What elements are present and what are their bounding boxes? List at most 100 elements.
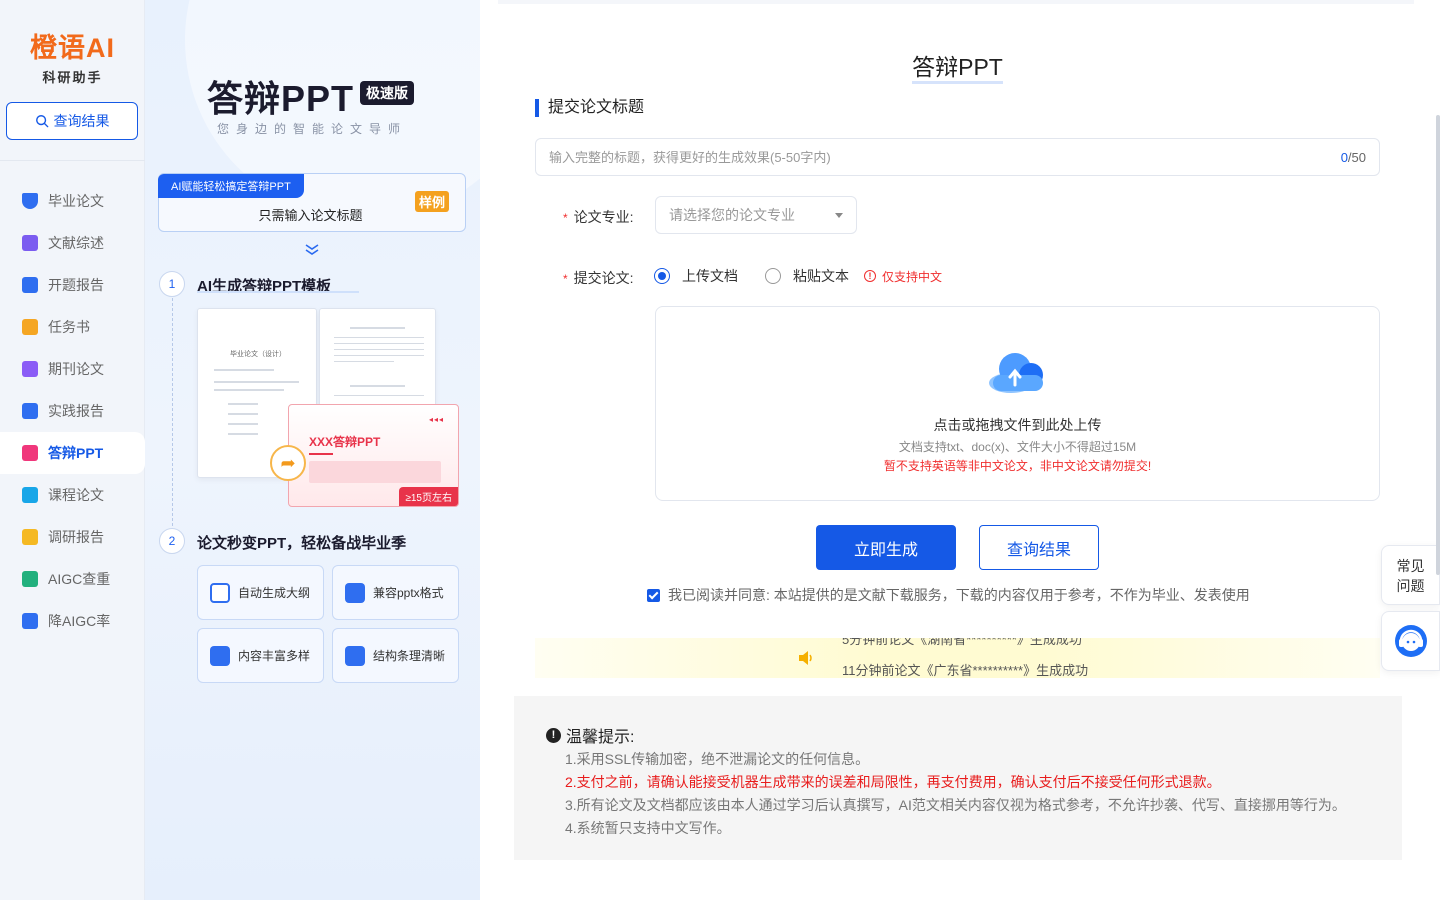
sidebar-query-button[interactable]: 查询结果 [6, 102, 138, 140]
ppt-title-underline [309, 453, 333, 455]
main-panel: 答辩PPT 提交论文标题 0/50 * 论文专业: 请选择您的论文专业 * 提交论文… [480, 0, 1440, 900]
upload-main-text: 点击或拖拽文件到此处上传 [933, 417, 1102, 433]
course-icon [22, 487, 38, 503]
feature-label: 兼容pptx格式 [373, 586, 444, 600]
radio-paste-label[interactable]: 粘贴文本 [793, 266, 849, 286]
sidebar-item-journal-paper[interactable]: 期刊论文 [0, 348, 145, 390]
aigc-check-icon [22, 571, 38, 587]
title-input-container: 0/50 [535, 138, 1380, 176]
practice-icon [22, 403, 38, 419]
sidebar-item-label: 调研报告 [48, 529, 104, 545]
sidebar-item-label: 毕业论文 [48, 193, 104, 209]
sidebar-item-label: 课程论文 [48, 487, 104, 503]
submit-label-text: 提交论文: [573, 270, 634, 286]
step-2-badge: 2 [159, 528, 185, 554]
title-input[interactable] [549, 149, 1341, 165]
brand-logo[interactable]: 橙语AI 科研助手 [0, 26, 145, 86]
sidebar-item-label: AIGC查重 [48, 571, 111, 587]
sidebar-item-literature-review[interactable]: 文献综述 [0, 222, 145, 264]
fast-badge: 极速版 [360, 81, 414, 105]
sidebar-item-label: 实践报告 [48, 403, 104, 419]
doc-line [228, 423, 258, 425]
sidebar-item-label: 开题报告 [48, 277, 104, 293]
ppt-preview-card: ◂◂◂ XXX答辩PPT ≥15页左右 [288, 404, 459, 507]
sidebar-item-proposal[interactable]: 开题报告 [0, 264, 145, 306]
outline-icon [210, 582, 230, 603]
major-select[interactable]: 请选择您的论文专业 [655, 196, 857, 234]
sidebar-item-task-book[interactable]: 任务书 [0, 306, 145, 348]
doc-line [334, 349, 424, 350]
step-1-underline [197, 291, 359, 293]
major-label-text: 论文专业: [573, 209, 634, 225]
radio-upload-label[interactable]: 上传文档 [682, 266, 738, 286]
doc-line [214, 381, 299, 383]
sidebar-item-aigc-reduce[interactable]: 降AIGC率 [0, 600, 145, 642]
sidebar-item-label: 答辩PPT [48, 445, 104, 461]
sidebar-item-defense-ppt[interactable]: 答辩PPT [0, 432, 145, 474]
report-icon [22, 277, 38, 293]
doc-line [334, 355, 424, 356]
upload-dropzone[interactable]: 点击或拖拽文件到此处上传 文档支持txt、doc(x)、文件大小不得超过15M … [655, 306, 1380, 501]
agreement-checkbox[interactable] [647, 588, 660, 602]
tip-item: 3.所有论文及文档都应该由本人通过学习后认真撰写，AI范文相关内容仅视为格式参考… [565, 797, 1346, 813]
required-mark: * [563, 272, 568, 286]
sidebar-item-aigc-check[interactable]: AIGC查重 [0, 558, 145, 600]
brand-name: 橙语AI [30, 33, 115, 63]
generate-button[interactable]: 立即生成 [816, 525, 956, 570]
doc-line [350, 327, 405, 329]
feature-clear-structure: 结构条理清晰 [332, 628, 459, 683]
doc-preview-2 [319, 308, 436, 408]
caret-down-icon [835, 212, 843, 218]
agreement-row: 我已阅读并同意: 本站提供的是文献下载服务，下载的内容仅用于参考，不作为毕业、发… [647, 585, 1250, 605]
feature-auto-outline: 自动生成大纲 [197, 565, 324, 620]
sidebar-item-practice-report[interactable]: 实践报告 [0, 390, 145, 432]
main-top-edge [498, 0, 1414, 4]
content-icon [210, 645, 230, 666]
sidebar-query-label: 查询结果 [53, 113, 110, 129]
brand-sub: 科研助手 [42, 70, 103, 85]
exclamation-icon: ! [546, 727, 561, 743]
doc-line [228, 413, 258, 415]
chevron-down-icon [304, 243, 320, 257]
faq-label-line1: 常见 [1396, 558, 1425, 574]
sidebar-item-survey-report[interactable]: 调研报告 [0, 516, 145, 558]
tips-title-text: 温馨提示: [566, 729, 635, 746]
pptx-icon [345, 582, 365, 603]
page-scrollbar[interactable] [1436, 115, 1440, 575]
speaker-icon [799, 651, 812, 665]
submit-mode-group: 上传文档 粘贴文本 ! 仅支持中文 [654, 266, 942, 286]
step-connector [172, 298, 173, 526]
sidebar: 橙语AI 科研助手 查询结果 毕业论文 文献综述 开题报告 任务书 期刊论文 实… [0, 0, 145, 900]
ppt-pages-badge: ≥15页左右 [399, 487, 458, 506]
warning-icon: ! [864, 270, 876, 282]
search-icon [35, 115, 48, 128]
doc-line [214, 369, 274, 371]
page-title: 答辩PPT [480, 48, 1435, 84]
radio-paste[interactable] [765, 268, 781, 284]
ticker-item: 5分钟前论文《湖南省**********》生成成功 [842, 638, 1082, 647]
sidebar-nav: 毕业论文 文献综述 开题报告 任务书 期刊论文 实践报告 答辩PPT 课程论文 … [0, 180, 145, 642]
customer-service-button[interactable] [1381, 611, 1440, 671]
agreement-text: 我已阅读并同意: 本站提供的是文献下载服务，下载的内容仅用于参考，不作为毕业、发… [668, 587, 1250, 603]
faq-float-button[interactable]: 常见 问题 [1381, 545, 1440, 605]
tips-panel: ! 温馨提示: 1.采用SSL传输加密，绝不泄漏论文的任何信息。 2.支付之前，请… [514, 696, 1402, 860]
ppt-icon [22, 445, 38, 461]
feature-label: 结构条理清晰 [373, 649, 446, 663]
sidebar-item-course-paper[interactable]: 课程论文 [0, 474, 145, 516]
promo-panel: 答辩PPT 极速版 您身边的智能论文导师 AI赋能轻松搞定答辩PPT 样例 只需… [145, 0, 480, 900]
headset-icon [1394, 625, 1427, 657]
major-select-value: 请选择您的论文专业 [669, 207, 795, 223]
sidebar-divider [0, 160, 145, 161]
doc-line [334, 343, 424, 344]
submit-label: * 提交论文: [563, 268, 634, 288]
upload-hint-text: 文档支持txt、doc(x)、文件大小不得超过15M [898, 440, 1137, 454]
step-1-badge: 1 [159, 271, 185, 297]
tips-title: ! 温馨提示: [546, 723, 634, 747]
feature-label: 自动生成大纲 [238, 586, 311, 600]
query-result-button[interactable]: 查询结果 [979, 525, 1099, 570]
document-icon [22, 235, 38, 251]
sidebar-item-label: 任务书 [48, 319, 90, 335]
doc-line [350, 385, 405, 387]
radio-upload[interactable] [654, 268, 670, 284]
sidebar-item-graduation-thesis[interactable]: 毕业论文 [0, 180, 145, 222]
